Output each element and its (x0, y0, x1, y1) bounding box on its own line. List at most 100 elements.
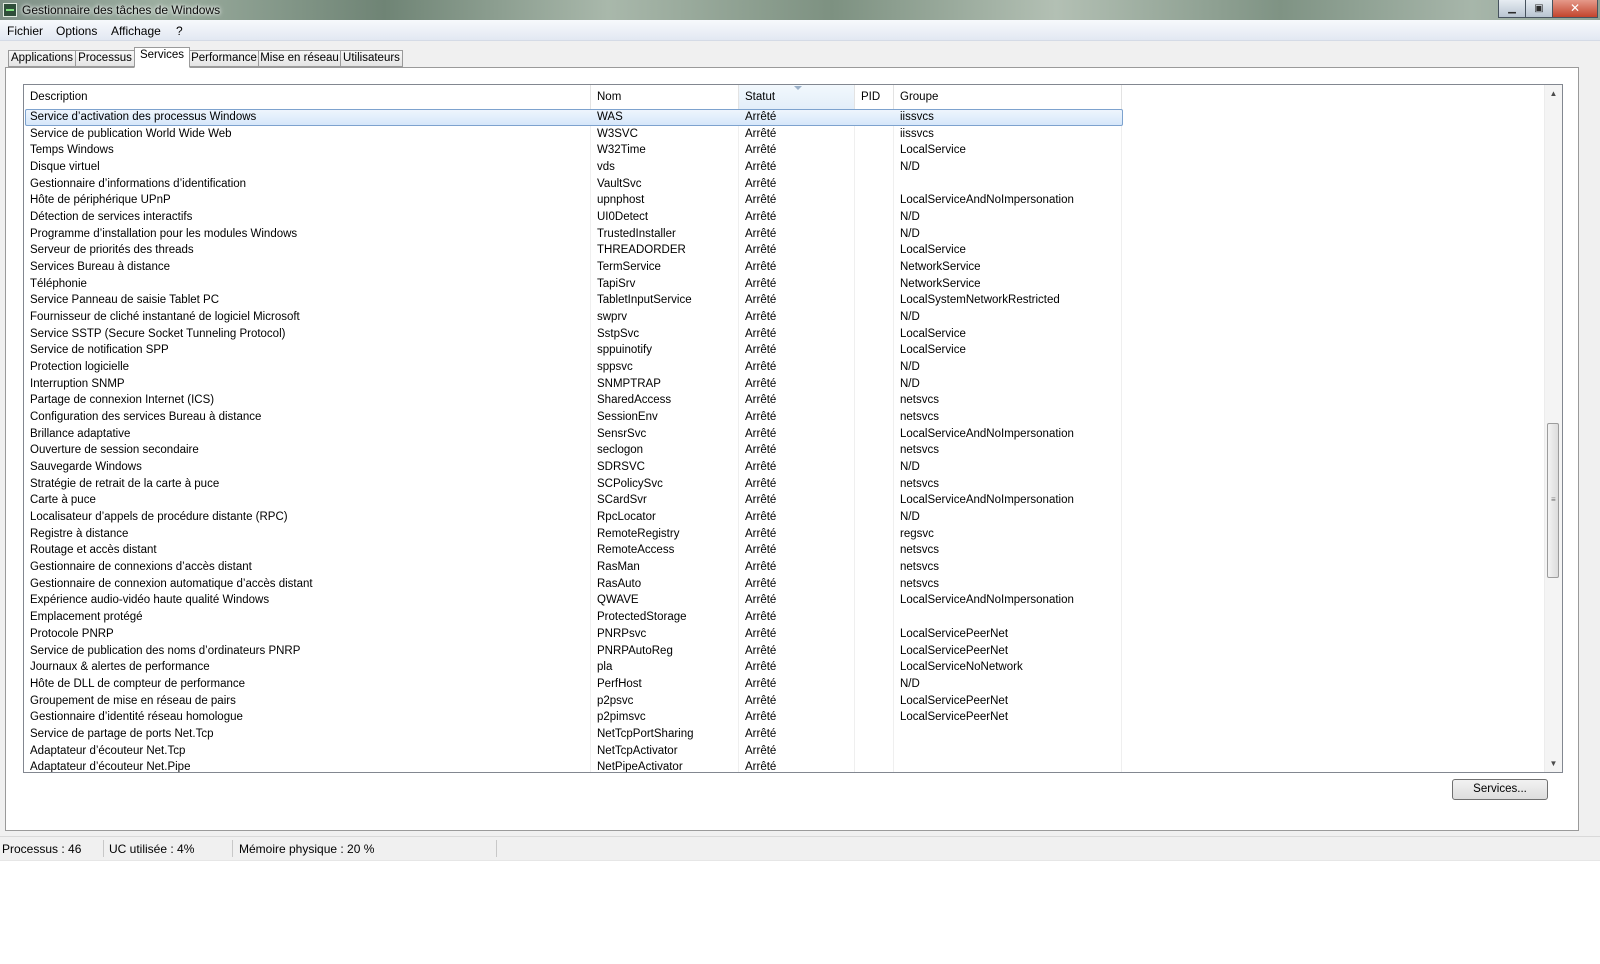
scroll-up-icon[interactable]: ▲ (1545, 85, 1562, 102)
table-row[interactable]: Localisateur d’appels de procédure dista… (24, 509, 1547, 526)
cell-description: Gestionnaire d’identité réseau homologue (30, 711, 243, 724)
table-row[interactable]: Carte à puce SCardSvr Arrêté LocalServiceAn… (24, 492, 1547, 509)
table-row[interactable]: Protection logicielle sppsvc Arrêté N/D (24, 359, 1547, 376)
table-row[interactable]: Expérience audio-vidéo haute qualité Win… (24, 592, 1547, 609)
cell-groupe: N/D (900, 361, 920, 374)
cell-nom: W3SVC (597, 127, 638, 140)
table-row[interactable]: Gestionnaire d’identité réseau homologue… (24, 709, 1547, 726)
cell-nom: THREADORDER (597, 244, 686, 257)
tab-applications[interactable]: Applications (8, 50, 76, 67)
cell-statut: Arrêté (745, 761, 777, 773)
table-row[interactable]: Gestionnaire de connexions d’accès dista… (24, 559, 1547, 576)
table-row[interactable]: Groupement de mise en réseau de pairs p2p… (24, 693, 1547, 710)
table-row[interactable]: Service Panneau de saisie Tablet PC Table… (24, 292, 1547, 309)
table-row[interactable]: Configuration des services Bureau à dist… (24, 409, 1547, 426)
menu-fichier[interactable]: Fichier (7, 24, 43, 38)
cell-statut: Arrêté (745, 261, 777, 274)
cell-nom: pla (597, 661, 613, 674)
cell-description: Emplacement protégé (30, 611, 143, 624)
column-header-statut[interactable]: Statut (739, 85, 855, 109)
cell-statut: Arrêté (745, 611, 777, 624)
table-row[interactable]: Service de publication World Wide Web W3S… (24, 126, 1547, 143)
table-row[interactable]: Protocole PNRP PNRPsvc Arrêté LocalServiceP… (24, 626, 1547, 643)
vertical-scrollbar[interactable]: ▲ ≡ ▼ (1544, 85, 1562, 772)
cell-nom: W32Time (597, 144, 646, 157)
table-row[interactable]: Service SSTP (Secure Socket Tunneling Pr… (24, 326, 1547, 343)
table-row[interactable]: Service de notification SPP sppuinotify Ar… (24, 342, 1547, 359)
cell-statut: Arrêté (745, 444, 777, 457)
table-row[interactable]: Gestionnaire d’informations d’identifica… (24, 176, 1547, 193)
cell-statut: Arrêté (745, 511, 777, 524)
table-row[interactable]: Hôte de DLL de compteur de performance Pe… (24, 676, 1547, 693)
tab-mise-en-reseau[interactable]: Mise en réseau (258, 50, 341, 67)
column-header-groupe[interactable]: Groupe (894, 85, 1122, 109)
maximize-button[interactable]: ▣ (1526, 0, 1553, 18)
cell-statut: Arrêté (745, 361, 777, 374)
scroll-down-icon[interactable]: ▼ (1545, 755, 1562, 772)
minimize-button[interactable]: ▁ (1498, 0, 1526, 18)
table-row[interactable]: Service de publication des noms d’ordina… (24, 643, 1547, 660)
scroll-grip-icon: ≡ (1551, 495, 1556, 504)
table-row[interactable]: Stratégie de retrait de la carte à puce S… (24, 476, 1547, 493)
table-row[interactable]: Détection de services interactifs UI0Dete… (24, 209, 1547, 226)
tab-performance[interactable]: Performance (189, 50, 259, 67)
table-row[interactable]: Adaptateur d’écouteur Net.Tcp NetTcpActiv… (24, 743, 1547, 760)
column-header-nom[interactable]: Nom (591, 85, 739, 109)
table-row[interactable]: Emplacement protégé ProtectedStorage Arrêt… (24, 609, 1547, 626)
table-row[interactable]: Hôte de périphérique UPnP upnphost Arrêté L… (24, 192, 1547, 209)
cell-statut: Arrêté (745, 711, 777, 724)
cell-groupe: LocalServicePeerNet (900, 711, 1009, 724)
status-divider (496, 840, 497, 857)
table-row[interactable]: Sauvegarde Windows SDRSVC Arrêté N/D (24, 459, 1547, 476)
table-row[interactable]: Temps Windows W32Time Arrêté LocalService (24, 142, 1547, 159)
cell-groupe: LocalService (900, 344, 966, 357)
table-row[interactable]: Journaux & alertes de performance pla Arrê… (24, 659, 1547, 676)
cell-statut: Arrêté (745, 727, 777, 740)
menu-options[interactable]: Options (56, 24, 97, 38)
tab-utilisateurs[interactable]: Utilisateurs (340, 50, 403, 67)
menu-affichage[interactable]: Affichage (111, 24, 161, 38)
cell-description: Service de publication World Wide Web (30, 127, 232, 140)
table-row[interactable]: Services Bureau à distance TermService Arr… (24, 259, 1547, 276)
cell-groupe: N/D (900, 461, 920, 474)
cell-nom: SstpSvc (597, 327, 640, 340)
cell-statut: Arrêté (745, 744, 777, 757)
table-row[interactable]: Programme d’installation pour les module… (24, 226, 1547, 243)
table-row[interactable]: Routage et accès distant RemoteAccess Arrê… (24, 542, 1547, 559)
cell-description: Registre à distance (30, 527, 129, 540)
column-headers: Description Nom Statut PID Groupe (24, 85, 1547, 109)
table-row[interactable]: Interruption SNMP SNMPTRAP Arrêté N/D (24, 376, 1547, 393)
table-row[interactable]: Fournisseur de cliché instantané de logi… (24, 309, 1547, 326)
services-button[interactable]: Services... (1452, 779, 1548, 800)
services-list[interactable]: Description Nom Statut PID Groupe Servic… (23, 84, 1563, 773)
table-row[interactable]: Brillance adaptative SensrSvc Arrêté LocalS… (24, 426, 1547, 443)
cell-statut: Arrêté (745, 244, 777, 257)
table-row[interactable]: Disque virtuel vds Arrêté N/D (24, 159, 1547, 176)
close-button[interactable]: ✕ (1553, 0, 1598, 18)
table-row[interactable]: Serveur de priorités des threads THREADOR… (24, 242, 1547, 259)
cell-nom: SNMPTRAP (597, 377, 661, 390)
table-row[interactable]: Téléphonie TapiSrv Arrêté NetworkService (24, 276, 1547, 293)
menu-help[interactable]: ? (176, 24, 183, 38)
column-header-description[interactable]: Description (24, 85, 591, 109)
table-row[interactable]: Service de partage de ports Net.Tcp NetTc… (24, 726, 1547, 743)
table-row[interactable]: Registre à distance RemoteRegistry Arrêté r… (24, 526, 1547, 543)
table-row[interactable]: Ouverture de session secondaire seclogon A… (24, 442, 1547, 459)
tab-processus[interactable]: Processus (75, 50, 135, 67)
table-row[interactable]: Gestionnaire de connexion automatique d’… (24, 576, 1547, 593)
cell-description: Routage et accès distant (30, 544, 157, 557)
column-header-pid[interactable]: PID (855, 85, 894, 109)
cell-nom: UI0Detect (597, 211, 649, 224)
cell-nom: RpcLocator (597, 511, 656, 524)
table-row[interactable]: Adaptateur d’écouteur Net.Pipe NetPipeAct… (24, 759, 1547, 773)
title-bar[interactable]: Gestionnaire des tâches de Windows ▁ ▣ ✕ (0, 0, 1600, 20)
scroll-thumb[interactable]: ≡ (1547, 423, 1559, 578)
window-title: Gestionnaire des tâches de Windows (22, 3, 221, 17)
table-row[interactable]: Service d’activation des processus Windo… (24, 109, 1547, 126)
table-row[interactable]: Partage de connexion Internet (ICS) Share… (24, 392, 1547, 409)
cell-statut: Arrêté (745, 177, 777, 190)
cell-groupe: LocalServiceAndNoImpersonation (900, 594, 1074, 607)
cell-groupe: iissvcs (900, 127, 934, 140)
tab-services[interactable]: Services (134, 47, 190, 68)
cell-nom: RemoteAccess (597, 544, 675, 557)
